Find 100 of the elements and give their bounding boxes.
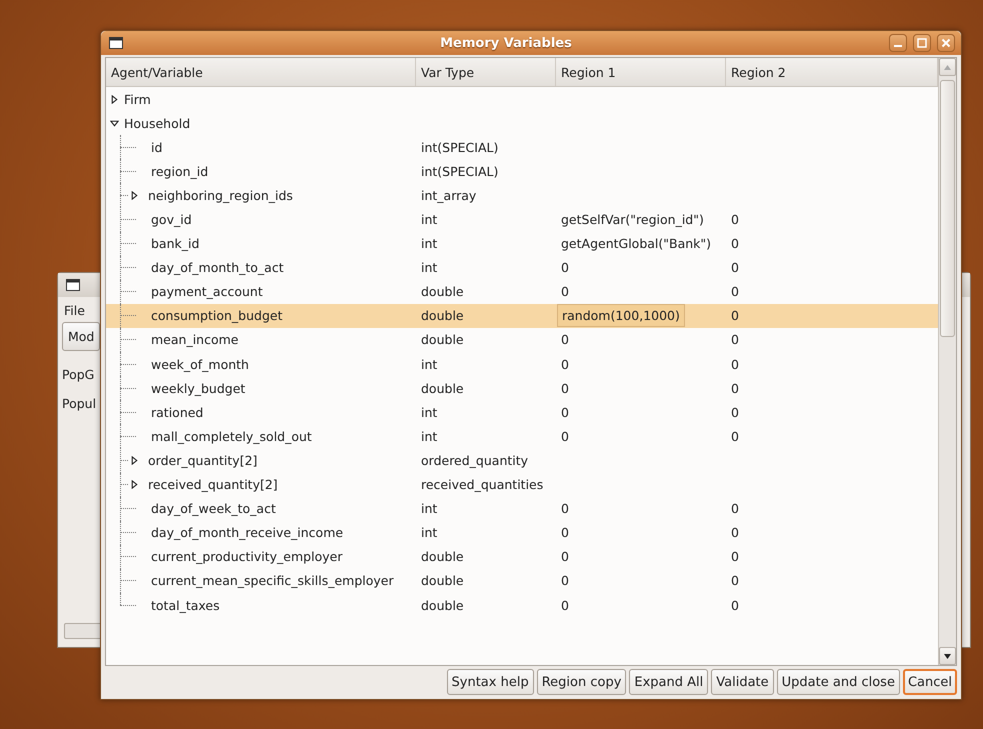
column-header[interactable]: Region 1 [556, 58, 726, 86]
region-value-cell[interactable]: 0 [726, 501, 938, 516]
dialog-button[interactable]: Update and close [776, 669, 900, 695]
close-button[interactable] [937, 34, 955, 52]
dialog-button[interactable]: Syntax help [446, 669, 534, 695]
variable-row[interactable]: week_of_month int 0 0 [106, 352, 938, 376]
variable-name: mall_completely_sold_out [150, 428, 312, 444]
variable-name: weekly_budget [150, 380, 246, 396]
maximize-button[interactable] [913, 34, 931, 52]
variable-name: bank_id [150, 236, 200, 252]
region-value-cell[interactable]: 0 [726, 573, 938, 588]
maximize-icon [917, 38, 927, 48]
region-value-cell[interactable]: 0 [726, 598, 938, 613]
region-value-cell[interactable]: 0 [726, 332, 938, 348]
region-value-cell[interactable]: 0 [556, 284, 726, 300]
variable-name: day_of_month_receive_income [150, 525, 344, 540]
window-title: Memory Variables [439, 36, 573, 50]
label-text: Popul [62, 396, 96, 411]
collapsed-triangle-icon[interactable] [130, 480, 139, 490]
region-value-cell[interactable]: 0 [726, 284, 938, 300]
variable-name: current_mean_specific_skills_employer [150, 573, 394, 588]
region-value-cell[interactable]: 0 [726, 356, 938, 372]
variable-name: mean_income [150, 332, 238, 348]
variable-row[interactable]: day_of_month_receive_income int 0 0 [106, 520, 938, 545]
expanded-triangle-icon[interactable] [110, 118, 119, 128]
region-value-cell[interactable]: 0 [556, 573, 726, 588]
region-value-cell[interactable]: 0 [726, 260, 938, 276]
region-value-cell[interactable]: 0 [556, 404, 726, 420]
var-type-cell-text: int [420, 212, 438, 228]
vertical-scrollbar[interactable] [938, 58, 956, 665]
region-value-cell[interactable]: 0 [726, 549, 938, 564]
variable-row[interactable]: gov_id int getSelfVar("region_id") 0 [106, 207, 938, 232]
variable-row[interactable]: neighboring_region_ids int_array [106, 183, 938, 208]
collapsed-triangle-icon[interactable] [110, 94, 119, 104]
label-text: PopG [62, 367, 94, 382]
variable-name: week_of_month [150, 356, 249, 372]
var-type-cell-text: int(SPECIAL) [420, 164, 500, 179]
var-type-cell-text: int(SPECIAL) [420, 140, 500, 155]
region-value-cell[interactable]: getSelfVar("region_id") [556, 212, 726, 228]
region-value-cell[interactable]: 0 [726, 404, 938, 420]
dialog-button[interactable]: Cancel [902, 669, 957, 695]
variable-row[interactable]: order_quantity[2] ordered_quantity [106, 448, 938, 472]
menu-item[interactable]: File [64, 303, 85, 318]
minimize-button[interactable] [889, 34, 907, 52]
variable-row[interactable]: current_mean_specific_skills_employer double 0 0 [106, 568, 938, 593]
dialog-button[interactable]: Validate [711, 669, 774, 695]
region-value-cell[interactable]: getAgentGlobal("Bank") [556, 236, 726, 252]
variable-row[interactable]: mall_completely_sold_out int 0 0 [106, 424, 938, 448]
mode-button[interactable]: Mod [62, 322, 100, 351]
region-value-cell[interactable]: 0 [556, 332, 726, 348]
region-value-cell[interactable]: 0 [556, 549, 726, 564]
agent-name[interactable]: Household [119, 116, 190, 131]
region-value-cell[interactable]: 0 [726, 380, 938, 396]
variable-row[interactable]: received_quantity[2] received_quantities [106, 472, 938, 497]
variable-name: received_quantity[2] [147, 477, 278, 492]
var-type-cell-text: int [420, 525, 438, 540]
variable-row[interactable]: day_of_month_to_act int 0 0 [106, 256, 938, 280]
variable-row[interactable]: mean_income double 0 0 [106, 328, 938, 352]
dialog-button[interactable]: Region copy [536, 669, 626, 695]
close-icon [941, 38, 951, 48]
scroll-down-arrow-icon[interactable] [944, 654, 951, 658]
var-type-cell-text: int [420, 404, 438, 420]
var-type-cell-text: double [420, 549, 465, 564]
variable-row[interactable]: consumption_budget double random(100,1000) 0 [106, 304, 938, 328]
var-type-cell-text: double [420, 573, 465, 588]
agent-name[interactable]: Firm [119, 92, 151, 107]
var-type-cell-text: double [420, 284, 465, 300]
variable-row[interactable]: total_taxes double 0 0 [106, 592, 938, 618]
variable-row[interactable]: id int(SPECIAL) [106, 135, 938, 160]
var-type-cell-text: double [420, 598, 465, 613]
region-value-cell[interactable]: 0 [556, 525, 726, 540]
collapsed-triangle-icon[interactable] [130, 456, 139, 465]
variable-row[interactable]: weekly_budget double 0 0 [106, 376, 938, 400]
collapsed-triangle-icon[interactable] [130, 190, 139, 200]
column-header[interactable]: Agent/Variable [106, 58, 416, 86]
dialog-button[interactable]: Expand All [629, 669, 708, 695]
region-value-cell[interactable]: 0 [556, 380, 726, 396]
region-value-cell[interactable]: 0 [556, 501, 726, 516]
column-header[interactable]: Var Type [416, 58, 556, 86]
region-value-cell[interactable]: 0 [726, 212, 938, 228]
variable-row[interactable]: region_id int(SPECIAL) [106, 159, 938, 184]
region-value-cell[interactable]: 0 [556, 356, 726, 372]
region-value-cell[interactable]: 0 [556, 428, 726, 444]
variable-row[interactable]: day_of_week_to_act int 0 0 [106, 496, 938, 521]
variable-row[interactable]: rationed int 0 0 [106, 400, 938, 424]
var-type-cell-text: ordered_quantity [420, 452, 530, 468]
region-value-cell[interactable]: 0 [556, 260, 726, 276]
var-type-cell-text: int [420, 428, 438, 444]
window-icon [66, 279, 80, 291]
region-value-cell[interactable]: random(100,1000) [557, 304, 685, 328]
variable-name: order_quantity[2] [147, 452, 258, 468]
region-value-cell[interactable]: 0 [726, 525, 938, 540]
variable-row[interactable]: bank_id int getAgentGlobal("Bank") 0 [106, 232, 938, 256]
variable-row[interactable]: current_productivity_employer double 0 0 [106, 544, 938, 569]
region-value-cell[interactable]: 0 [556, 598, 726, 613]
region-value-cell[interactable]: 0 [726, 308, 938, 324]
var-type-cell-text: double [420, 308, 465, 324]
region-value-cell[interactable]: 0 [726, 428, 938, 444]
region-value-cell[interactable]: 0 [726, 236, 938, 252]
var-type-cell-text: int [420, 356, 438, 372]
